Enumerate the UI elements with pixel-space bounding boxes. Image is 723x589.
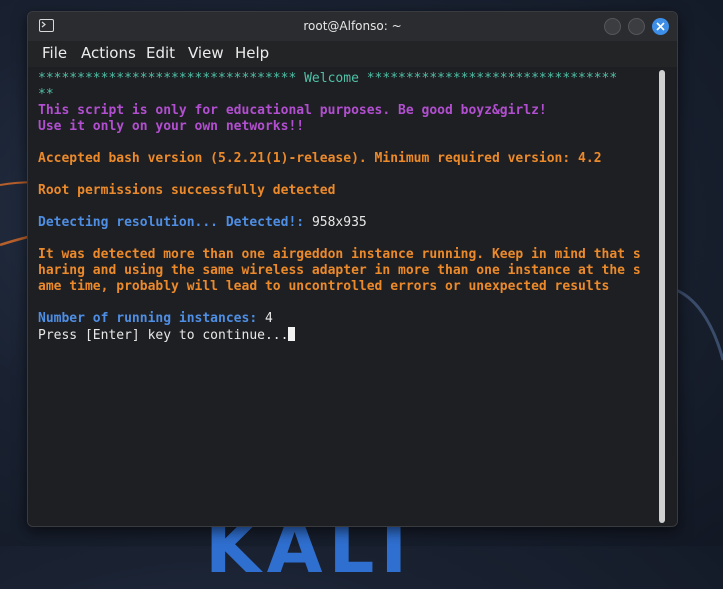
welcome-banner-line1: ********************************* Welcom… (38, 71, 618, 86)
multi-instance-warning-line1: It was detected more than one airgeddon … (38, 247, 641, 262)
maximize-button[interactable] (628, 18, 645, 35)
menu-actions[interactable]: Actions (81, 44, 136, 62)
instances-label: Number of running instances: (38, 311, 265, 326)
terminal-output[interactable]: ********************************* Welcom… (28, 67, 677, 526)
scrollbar[interactable] (659, 70, 665, 523)
menu-edit[interactable]: Edit (146, 44, 175, 62)
resolution-value: 958x935 (311, 215, 367, 230)
menu-view[interactable]: View (188, 44, 224, 62)
menu-help[interactable]: Help (235, 44, 269, 62)
terminal-text: ********************************* Welcom… (38, 71, 641, 344)
educational-notice-line2: Use it only on your own networks!! (38, 119, 305, 134)
multi-instance-warning-line3: ame time, probably will lead to uncontro… (38, 279, 610, 294)
terminal-window[interactable]: root@Alfonso: ~ File Actions Edit View H… (27, 11, 678, 527)
welcome-banner-line2: ** (38, 87, 54, 102)
root-permissions-line: Root permissions successfully detected (38, 183, 336, 198)
educational-notice-line1: This script is only for educational purp… (38, 103, 547, 118)
close-icon (656, 22, 665, 31)
close-button[interactable] (652, 18, 669, 35)
menu-file[interactable]: File (42, 44, 67, 62)
minimize-button[interactable] (604, 18, 621, 35)
window-title: root@Alfonso: ~ (303, 19, 402, 33)
continue-prompt: Press [Enter] key to continue... (38, 328, 289, 343)
text-cursor (288, 327, 296, 341)
title-bar[interactable]: root@Alfonso: ~ (28, 12, 677, 41)
multi-instance-warning-line2: haring and using the same wireless adapt… (38, 263, 641, 278)
resolution-label: Detecting resolution... Detected!: (38, 215, 312, 230)
menu-bar: File Actions Edit View Help (28, 41, 677, 65)
bash-version-line: Accepted bash version (5.2.21(1)-release… (38, 151, 602, 166)
instances-value: 4 (264, 311, 273, 326)
